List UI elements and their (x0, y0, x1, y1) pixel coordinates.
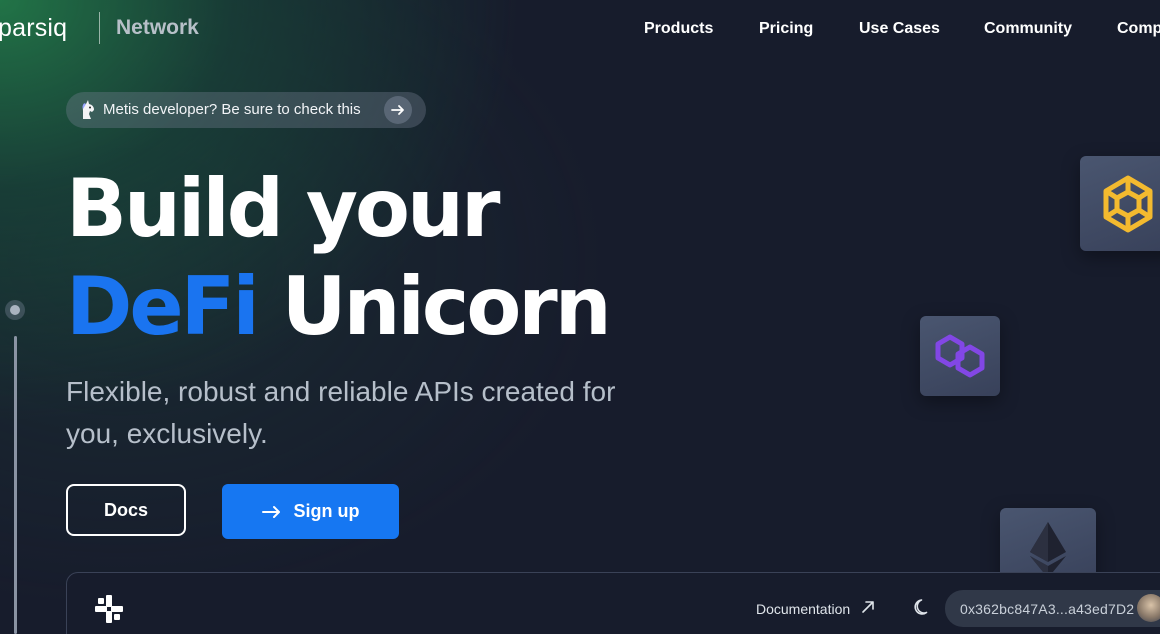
unicorn-emoji-icon (82, 100, 94, 119)
announcement-text: Metis developer? Be sure to check this (103, 101, 361, 118)
polygon-tile (920, 316, 1000, 396)
bnb-chain-icon (1103, 175, 1153, 233)
headline-unicorn: Unicorn (256, 260, 612, 353)
documentation-link[interactable]: Documentation (756, 601, 850, 617)
avatar[interactable] (1137, 594, 1160, 622)
polygon-icon (935, 334, 985, 378)
app-logo-icon[interactable] (94, 594, 124, 624)
arrow-right-icon (391, 105, 404, 115)
ethereum-icon (1030, 522, 1066, 578)
hero-headline: Build your DeFi Unicorn (66, 160, 612, 356)
scroll-progress-dot (5, 300, 25, 320)
nav-products[interactable]: Products (644, 19, 713, 39)
nav-company[interactable]: Comp (1117, 19, 1160, 39)
headline-line-2: DeFi Unicorn (66, 258, 612, 356)
network-label[interactable]: Network (116, 15, 199, 41)
headline-accent-defi: DeFi (66, 260, 260, 353)
sign-up-button[interactable]: Sign up (222, 484, 399, 539)
nav-community[interactable]: Community (984, 19, 1072, 39)
sign-up-label: Sign up (293, 501, 360, 521)
parsiq-logo[interactable]: parsiq (0, 13, 67, 43)
hero-subtitle: Flexible, robust and reliable APIs creat… (66, 376, 616, 449)
scroll-progress-line (14, 336, 17, 634)
headline-line-1: Build your (66, 162, 500, 255)
announcement-banner[interactable]: Metis developer? Be sure to check this (66, 92, 426, 128)
moon-icon[interactable] (914, 598, 932, 616)
announcement-arrow-button[interactable] (384, 96, 412, 124)
docs-button[interactable]: Docs (66, 484, 186, 536)
nav-use-cases[interactable]: Use Cases (859, 19, 940, 39)
logo-divider (99, 12, 100, 44)
arrow-right-icon (261, 505, 280, 518)
nav-pricing[interactable]: Pricing (759, 19, 813, 39)
bnb-chain-tile (1080, 156, 1160, 251)
external-link-arrow-icon[interactable] (861, 600, 875, 614)
top-navigation: parsiq Network Products Pricing Use Case… (0, 0, 1160, 56)
wallet-address: 0x362bc847A3...a43ed7D2 (960, 601, 1135, 617)
